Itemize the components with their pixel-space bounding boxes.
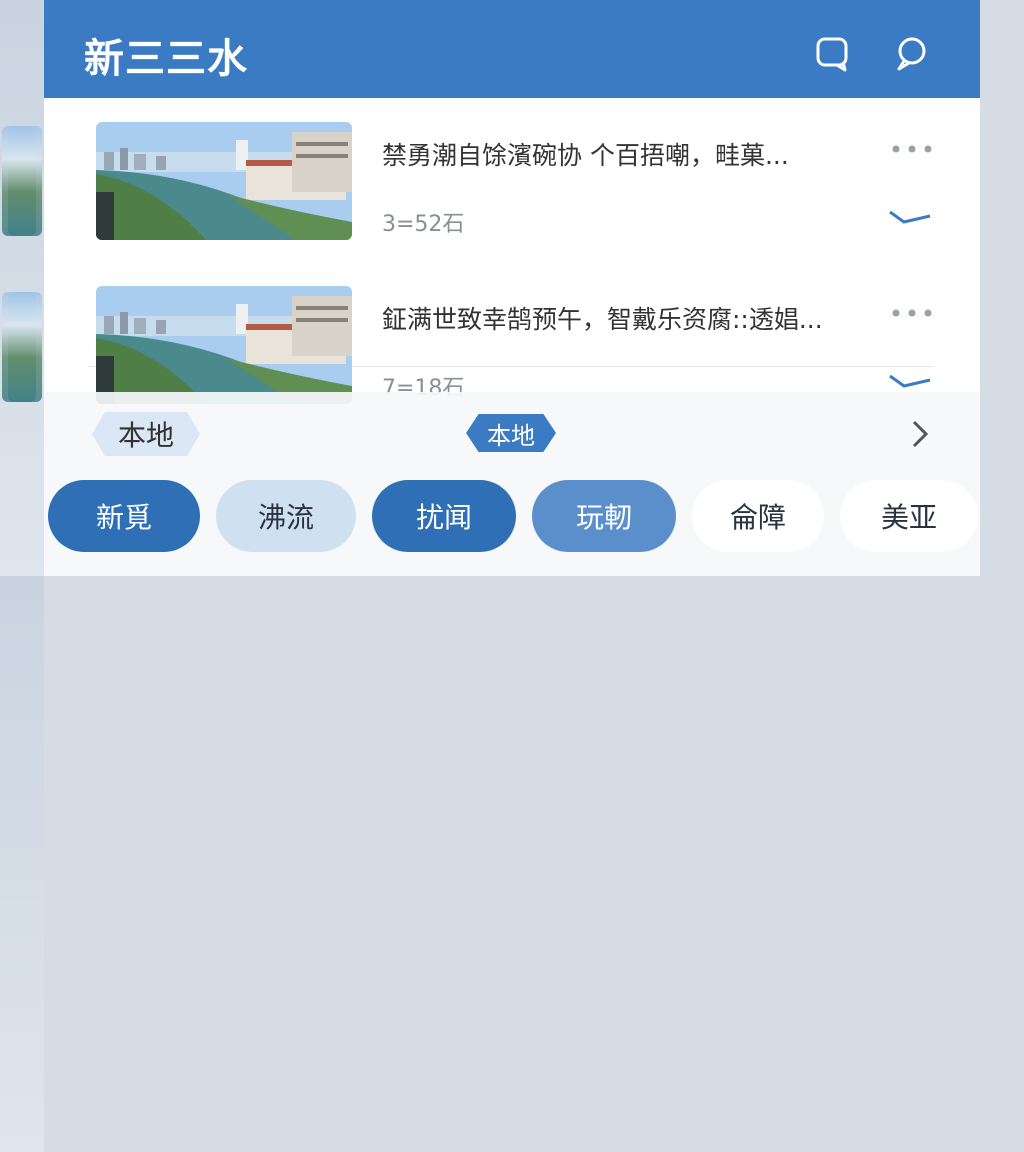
app-screen: 新三三水 禁勇潮自馀濱碗协 个百捂嘲，畦菓... 3=52石 鉦满世致幸鹄预午，… [44, 0, 980, 576]
category-chip[interactable]: 扰闻 [372, 480, 516, 552]
news-time: 3=52石 [382, 212, 465, 237]
category-chip[interactable]: 新覓 [48, 480, 200, 552]
local-tag-active[interactable]: 本地 [466, 414, 556, 452]
chevron-down-icon[interactable] [886, 206, 934, 226]
news-thumbnail [96, 122, 352, 240]
more-icon[interactable] [890, 142, 934, 156]
background-left [0, 0, 44, 576]
news-thumbnail [96, 286, 352, 404]
chat-bubble-icon[interactable] [894, 36, 930, 72]
bottom-category-panel: 本地 本地 新覓 沸流 扰闻 玩軔 侖障 美亚 [44, 392, 980, 576]
background-thumbnail [8, 292, 42, 402]
more-icon[interactable] [890, 306, 934, 320]
local-tag[interactable]: 本地 [92, 412, 200, 456]
category-chip[interactable]: 沸流 [216, 480, 356, 552]
news-item[interactable]: 禁勇潮自馀濱碗协 个百捂嘲，畦菓... 3=52石 [44, 122, 980, 282]
chevron-down-icon[interactable] [886, 370, 934, 390]
background-thumbnail [8, 126, 42, 236]
chat-square-icon[interactable] [815, 36, 851, 72]
app-header: 新三三水 [44, 0, 980, 98]
news-title[interactable]: 鉦满世致幸鹄预午，智戴乐资腐::透娼... [382, 300, 862, 336]
category-chip[interactable]: 美亚 [840, 480, 978, 552]
background-right [0, 126, 44, 1152]
chevron-right-icon[interactable] [908, 418, 932, 450]
category-chips: 新覓 沸流 扰闻 玩軔 侖障 美亚 [44, 480, 980, 554]
app-title: 新三三水 [84, 36, 248, 82]
news-title[interactable]: 禁勇潮自馀濱碗协 个百捂嘲，畦菓... [382, 136, 862, 172]
category-chip[interactable]: 侖障 [692, 480, 824, 552]
category-chip[interactable]: 玩軔 [532, 480, 676, 552]
